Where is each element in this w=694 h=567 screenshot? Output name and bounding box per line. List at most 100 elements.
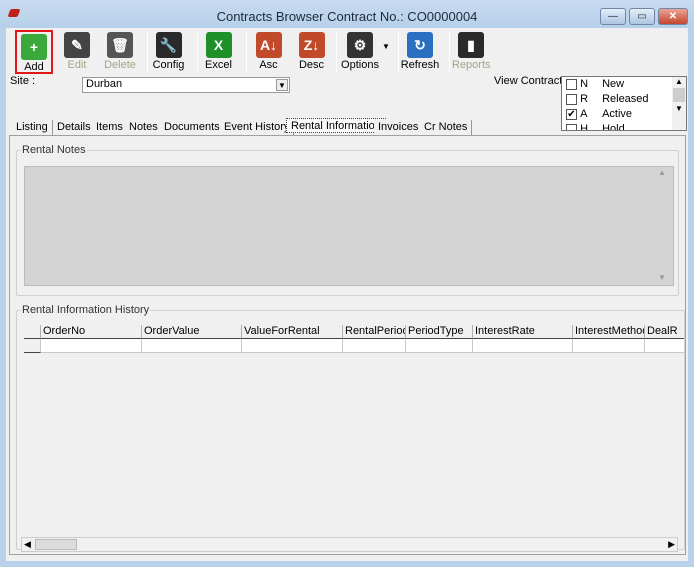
trash-icon: 🗑 (107, 32, 133, 58)
reports-icon: ▮ (458, 32, 484, 58)
tab-rental-information[interactable]: Rental Information (286, 118, 386, 133)
desc-button[interactable]: Z↓ Desc (295, 30, 328, 74)
status-label: Released (602, 93, 649, 105)
horizontal-scrollbar[interactable]: ◀ ▶ (21, 537, 678, 552)
plus-icon: + (21, 34, 47, 60)
grid-cell[interactable] (645, 339, 684, 353)
grid-cell[interactable] (41, 339, 142, 353)
view-contracts-label: View Contracts: (494, 75, 571, 87)
tab-invoices[interactable]: Invoices (374, 120, 424, 135)
column-header[interactable]: ValueForRental (242, 325, 343, 339)
grid-cell[interactable] (473, 339, 573, 353)
toolbar-label: Config (152, 59, 185, 71)
window-client: + Add ✎ Edit 🗑 Delete 🔧 Config X Excel A↓ Asc Z↓ Desc… (6, 28, 688, 561)
column-header[interactable]: InterestRate (473, 325, 573, 339)
refresh-button[interactable]: ↻ Refresh (400, 30, 440, 74)
chevron-down-icon[interactable]: ▼ (276, 79, 288, 91)
toolbar-label: Options (341, 59, 379, 71)
options-dropdown-icon[interactable]: ▼ (382, 42, 390, 51)
column-header[interactable]: RentalPeriod (343, 325, 406, 339)
view-contracts-item[interactable]: ✔ A Active (566, 108, 632, 123)
reports-button[interactable]: ▮ Reports (452, 30, 491, 74)
site-select[interactable]: Durban ▼ (82, 77, 290, 93)
rental-history-group: Rental Information History OrderNo OrderV… (16, 304, 685, 552)
scroll-down-icon[interactable]: ▼ (672, 104, 686, 113)
grid-cell[interactable] (142, 339, 242, 353)
toolbar-label: Add (24, 61, 44, 73)
scroll-up-icon[interactable]: ▲ (672, 77, 686, 86)
toolbar-label: Refresh (400, 59, 440, 71)
grid-cell[interactable] (406, 339, 473, 353)
tab-documents[interactable]: Documents (160, 120, 225, 135)
view-contracts-item[interactable]: H Hold (566, 123, 625, 131)
scroll-up-icon[interactable]: ▲ (658, 168, 666, 177)
tab-panel: Rental Notes ▲ ▼ Rental Information Hist… (9, 135, 686, 555)
rental-notes-label: Rental Notes (21, 144, 87, 156)
scroll-thumb[interactable] (673, 88, 685, 102)
grid-cell[interactable] (573, 339, 645, 353)
scroll-thumb[interactable] (35, 539, 77, 550)
scroll-down-icon[interactable]: ▼ (658, 273, 666, 282)
scroll-right-icon[interactable]: ▶ (668, 539, 675, 550)
row-header[interactable] (24, 339, 41, 353)
tab-notes[interactable]: Notes (125, 120, 163, 135)
status-code: N (580, 78, 589, 90)
rental-history-label: Rental Information History (21, 304, 151, 316)
rental-notes-group: Rental Notes ▲ ▼ (16, 144, 679, 296)
toolbar-separator (147, 32, 148, 72)
config-button[interactable]: 🔧 Config (150, 30, 187, 74)
minimize-button[interactable]: — (600, 8, 626, 25)
status-code: R (580, 93, 589, 105)
toolbar-separator (246, 32, 247, 72)
column-header[interactable]: OrderNo (41, 325, 142, 339)
toolbar-label: Asc (259, 59, 278, 71)
toolbar-label: Excel (205, 59, 232, 71)
excel-button[interactable]: X Excel (200, 30, 237, 74)
status-code: H (580, 123, 589, 131)
maximize-button[interactable]: ▭ (629, 8, 655, 25)
checkbox[interactable]: ✔ (566, 108, 577, 120)
toolbar-separator (336, 32, 337, 72)
toolbar-label: Edit (67, 59, 87, 71)
asc-button[interactable]: A↓ Asc (252, 30, 285, 74)
checkbox[interactable] (566, 78, 577, 90)
tab-event-history[interactable]: Event History (220, 120, 295, 135)
toolbar-separator (398, 32, 399, 72)
scroll-left-icon[interactable]: ◀ (24, 539, 31, 550)
toolbar-label: Desc (298, 59, 325, 71)
checkbox[interactable] (566, 93, 577, 105)
sort-desc-icon: Z↓ (298, 32, 325, 58)
view-contracts-item[interactable]: R Released (566, 93, 649, 108)
wrench-icon: 🔧 (155, 32, 182, 58)
tab-listing[interactable]: Listing (12, 120, 53, 135)
column-header[interactable]: OrderValue (142, 325, 242, 339)
close-button[interactable]: ✕ (658, 8, 688, 25)
edit-button[interactable]: ✎ Edit (62, 30, 92, 74)
column-header[interactable]: PeriodType (406, 325, 473, 339)
toolbar-separator (197, 32, 198, 72)
view-contracts-list[interactable]: N New R Released ✔ A Active H Hold ▲ ▼ (561, 76, 687, 131)
tab-details[interactable]: Details (53, 120, 96, 135)
grid-cell[interactable] (242, 339, 343, 353)
tab-items[interactable]: Items (92, 120, 128, 135)
add-button[interactable]: + Add (15, 30, 53, 74)
options-button[interactable]: ⚙ Options (340, 30, 380, 74)
toolbar-label: Reports (452, 59, 491, 71)
tab-cr-notes[interactable]: Cr Notes (420, 120, 473, 135)
site-value: Durban (86, 78, 123, 90)
column-header[interactable]: InterestMethod (573, 325, 645, 339)
delete-button[interactable]: 🗑 Delete (100, 30, 140, 74)
column-header[interactable]: DealR (645, 325, 684, 339)
toolbar-separator (449, 32, 450, 72)
vertical-scrollbar[interactable]: ▲ ▼ (672, 77, 686, 130)
checkbox[interactable] (566, 123, 577, 130)
excel-icon: X (205, 32, 232, 58)
status-label: New (602, 78, 625, 90)
rental-notes-textarea[interactable] (24, 166, 674, 286)
status-code: A (580, 108, 588, 120)
view-contracts-item[interactable]: N New (566, 78, 624, 93)
status-label: Active (602, 108, 633, 120)
grid-cell[interactable] (343, 339, 406, 353)
rental-history-grid[interactable]: OrderNo OrderValue ValueForRental RentalPer… (24, 325, 684, 355)
toolbar-label: Delete (104, 59, 136, 71)
